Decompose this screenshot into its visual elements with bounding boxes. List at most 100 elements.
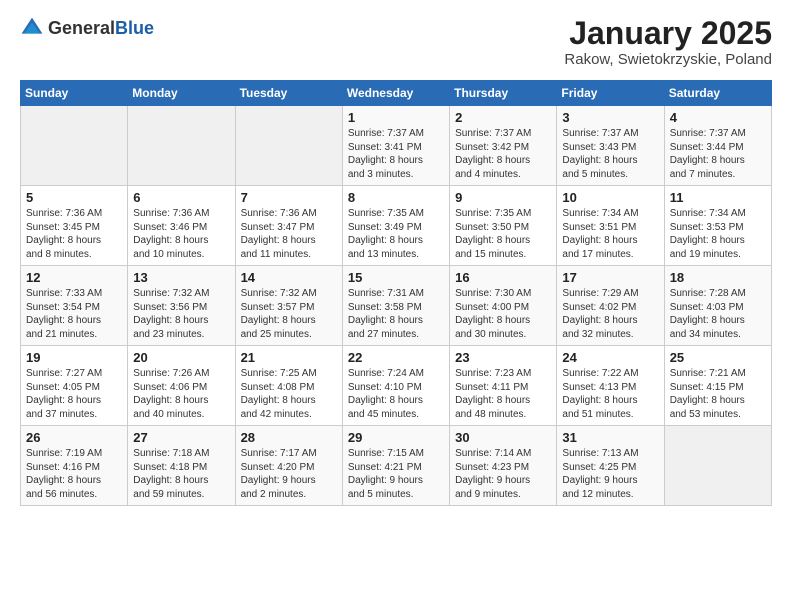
cell-content: Sunrise: 7:32 AM Sunset: 3:56 PM Dayligh… [133,287,229,341]
cell-content: Sunrise: 7:37 AM Sunset: 3:41 PM Dayligh… [348,127,444,181]
cell-content: Sunrise: 7:30 AM Sunset: 4:00 PM Dayligh… [455,287,551,341]
day-number: 20 [133,350,229,365]
calendar-cell: 9 Sunrise: 7:35 AM Sunset: 3:50 PM Daylig… [450,186,557,266]
weekday-header: Friday [557,81,664,106]
calendar-cell [128,106,235,186]
day-number: 3 [562,110,658,125]
calendar-cell: 1 Sunrise: 7:37 AM Sunset: 3:41 PM Daylig… [342,106,449,186]
cell-content: Sunrise: 7:21 AM Sunset: 4:15 PM Dayligh… [670,367,766,421]
day-number: 31 [562,430,658,445]
day-number: 13 [133,270,229,285]
day-number: 28 [241,430,337,445]
cell-content: Sunrise: 7:25 AM Sunset: 4:08 PM Dayligh… [241,367,337,421]
calendar-cell: 22 Sunrise: 7:24 AM Sunset: 4:10 PM Dayli… [342,346,449,426]
calendar-cell: 13 Sunrise: 7:32 AM Sunset: 3:56 PM Dayli… [128,266,235,346]
cell-content: Sunrise: 7:37 AM Sunset: 3:42 PM Dayligh… [455,127,551,181]
day-number: 10 [562,190,658,205]
day-number: 7 [241,190,337,205]
day-number: 21 [241,350,337,365]
calendar-cell: 15Sunrise: 7:31 AM Sunset: 3:58 PM Dayli… [342,266,449,346]
logo-blue: Blue [115,18,154,38]
weekday-header: Thursday [450,81,557,106]
day-number: 29 [348,430,444,445]
day-number: 12 [26,270,122,285]
day-number: 5 [26,190,122,205]
cell-content: Sunrise: 7:33 AM Sunset: 3:54 PM Dayligh… [26,287,122,341]
cell-content: Sunrise: 7:27 AM Sunset: 4:05 PM Dayligh… [26,367,122,421]
weekday-header: Saturday [664,81,771,106]
calendar-cell: 30Sunrise: 7:14 AM Sunset: 4:23 PM Dayli… [450,426,557,506]
logo-text: GeneralBlue [48,18,154,39]
cell-content: Sunrise: 7:17 AM Sunset: 4:20 PM Dayligh… [241,447,337,501]
calendar-cell: 28 Sunrise: 7:17 AM Sunset: 4:20 PM Dayli… [235,426,342,506]
cell-content: Sunrise: 7:34 AM Sunset: 3:51 PM Dayligh… [562,207,658,261]
cell-content: Sunrise: 7:29 AM Sunset: 4:02 PM Dayligh… [562,287,658,341]
cell-content: Sunrise: 7:22 AM Sunset: 4:13 PM Dayligh… [562,367,658,421]
day-number: 9 [455,190,551,205]
logo-icon [20,16,44,40]
cell-content: Sunrise: 7:37 AM Sunset: 3:43 PM Dayligh… [562,127,658,181]
cell-content: Sunrise: 7:13 AM Sunset: 4:25 PM Dayligh… [562,447,658,501]
calendar-cell: 6Sunrise: 7:36 AM Sunset: 3:46 PM Daylig… [128,186,235,266]
calendar-cell: 27 Sunrise: 7:18 AM Sunset: 4:18 PM Dayli… [128,426,235,506]
calendar-cell: 31 Sunrise: 7:13 AM Sunset: 4:25 PM Dayli… [557,426,664,506]
calendar-cell: 11 Sunrise: 7:34 AM Sunset: 3:53 PM Dayli… [664,186,771,266]
calendar-cell: 7 Sunrise: 7:36 AM Sunset: 3:47 PM Daylig… [235,186,342,266]
calendar-cell: 21 Sunrise: 7:25 AM Sunset: 4:08 PM Dayli… [235,346,342,426]
calendar-cell: 16 Sunrise: 7:30 AM Sunset: 4:00 PM Dayli… [450,266,557,346]
day-number: 26 [26,430,122,445]
day-number: 22 [348,350,444,365]
calendar-cell: 17Sunrise: 7:29 AM Sunset: 4:02 PM Dayli… [557,266,664,346]
calendar-subtitle: Rakow, Swietokrzyskie, Poland [564,51,772,68]
cell-content: Sunrise: 7:35 AM Sunset: 3:49 PM Dayligh… [348,207,444,261]
cell-content: Sunrise: 7:19 AM Sunset: 4:16 PM Dayligh… [26,447,122,501]
day-number: 24 [562,350,658,365]
page-header: GeneralBlue January 2025 Rakow, Swietokr… [20,16,772,68]
calendar-cell: 4Sunrise: 7:37 AM Sunset: 3:44 PM Daylig… [664,106,771,186]
calendar-cell: 14Sunrise: 7:32 AM Sunset: 3:57 PM Dayli… [235,266,342,346]
cell-content: Sunrise: 7:26 AM Sunset: 4:06 PM Dayligh… [133,367,229,421]
cell-content: Sunrise: 7:35 AM Sunset: 3:50 PM Dayligh… [455,207,551,261]
cell-content: Sunrise: 7:36 AM Sunset: 3:47 PM Dayligh… [241,207,337,261]
day-number: 25 [670,350,766,365]
calendar-cell: 12 Sunrise: 7:33 AM Sunset: 3:54 PM Dayli… [21,266,128,346]
weekday-header: Sunday [21,81,128,106]
calendar-cell: 5 Sunrise: 7:36 AM Sunset: 3:45 PM Daylig… [21,186,128,266]
calendar-cell: 20 Sunrise: 7:26 AM Sunset: 4:06 PM Dayli… [128,346,235,426]
day-number: 11 [670,190,766,205]
calendar-cell: 19 Sunrise: 7:27 AM Sunset: 4:05 PM Dayli… [21,346,128,426]
day-number: 8 [348,190,444,205]
calendar-cell: 29 Sunrise: 7:15 AM Sunset: 4:21 PM Dayli… [342,426,449,506]
calendar-week-row: 26 Sunrise: 7:19 AM Sunset: 4:16 PM Dayli… [21,426,772,506]
calendar-week-row: 19 Sunrise: 7:27 AM Sunset: 4:05 PM Dayli… [21,346,772,426]
day-number: 16 [455,270,551,285]
day-number: 1 [348,110,444,125]
weekday-header: Monday [128,81,235,106]
day-number: 27 [133,430,229,445]
cell-content: Sunrise: 7:34 AM Sunset: 3:53 PM Dayligh… [670,207,766,261]
cell-content: Sunrise: 7:32 AM Sunset: 3:57 PM Dayligh… [241,287,337,341]
logo: GeneralBlue [20,16,154,40]
weekday-header: Tuesday [235,81,342,106]
day-number: 19 [26,350,122,365]
cell-content: Sunrise: 7:37 AM Sunset: 3:44 PM Dayligh… [670,127,766,181]
title-block: January 2025 Rakow, Swietokrzyskie, Pola… [564,16,772,68]
cell-content: Sunrise: 7:36 AM Sunset: 3:45 PM Dayligh… [26,207,122,261]
calendar-cell: 2Sunrise: 7:37 AM Sunset: 3:42 PM Daylig… [450,106,557,186]
cell-content: Sunrise: 7:18 AM Sunset: 4:18 PM Dayligh… [133,447,229,501]
calendar-cell: 23Sunrise: 7:23 AM Sunset: 4:11 PM Dayli… [450,346,557,426]
calendar-cell [664,426,771,506]
calendar-cell [235,106,342,186]
calendar-cell: 3 Sunrise: 7:37 AM Sunset: 3:43 PM Daylig… [557,106,664,186]
cell-content: Sunrise: 7:15 AM Sunset: 4:21 PM Dayligh… [348,447,444,501]
cell-content: Sunrise: 7:23 AM Sunset: 4:11 PM Dayligh… [455,367,551,421]
calendar-cell: 10 Sunrise: 7:34 AM Sunset: 3:51 PM Dayli… [557,186,664,266]
calendar-cell [21,106,128,186]
calendar-title: January 2025 [564,16,772,51]
logo-general: General [48,18,115,38]
cell-content: Sunrise: 7:31 AM Sunset: 3:58 PM Dayligh… [348,287,444,341]
cell-content: Sunrise: 7:24 AM Sunset: 4:10 PM Dayligh… [348,367,444,421]
calendar-cell: 8 Sunrise: 7:35 AM Sunset: 3:49 PM Daylig… [342,186,449,266]
cell-content: Sunrise: 7:28 AM Sunset: 4:03 PM Dayligh… [670,287,766,341]
calendar-cell: 18Sunrise: 7:28 AM Sunset: 4:03 PM Dayli… [664,266,771,346]
